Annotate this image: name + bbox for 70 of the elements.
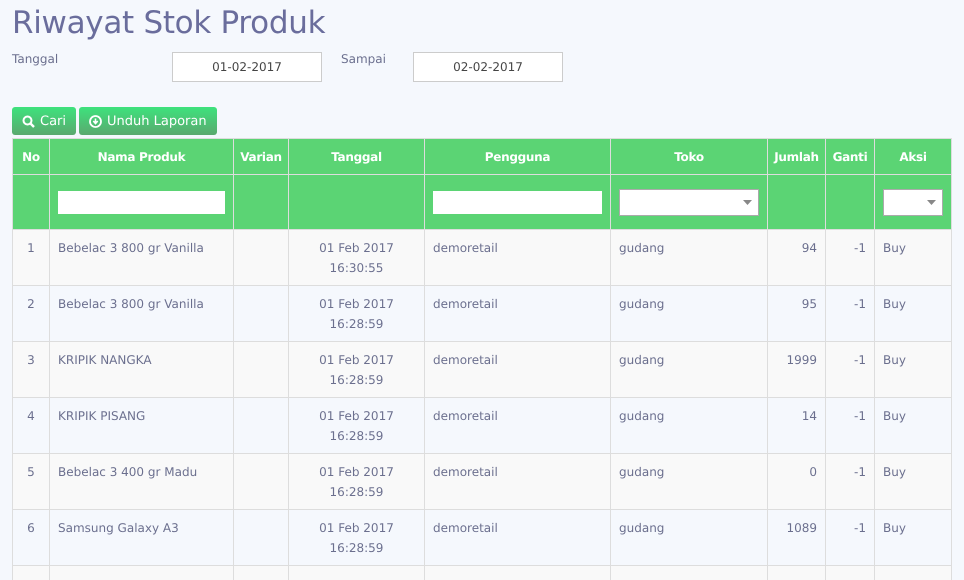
table-cell: -1 [826,510,874,566]
table-cell: 6 [12,510,50,566]
table-cell: 1999 [768,342,826,398]
caret-icon [927,200,936,204]
table-cell: Buy [874,286,952,342]
table-cell: -1 [826,286,874,342]
search-icon [22,114,35,128]
table-cell: 95 [768,286,826,342]
table-cell: KRIPIK NANGKA [50,342,234,398]
column-header: Nama Produk [50,138,234,174]
date-to-label: Sampai [341,52,387,66]
column-header: Aksi [874,138,952,174]
table-cell: 2 [12,286,50,342]
table-cell: -1 [826,342,874,398]
table-cell: Buy [874,510,952,566]
table-cell: gudang [610,286,768,342]
table-cell: -1 [826,454,874,510]
caret-icon [743,200,752,204]
column-header: Jumlah [768,138,826,174]
table-cell: Bebelac 3 800 gr Vanilla [50,286,234,342]
table-cell: demoretail [424,510,610,566]
table-cell: Samsung Galaxy A3 [50,510,234,566]
table-cell: 01 Feb 2017 16:28:59 [288,398,424,454]
table-cell: Buy [874,454,952,510]
table-cell: gudang [610,510,768,566]
table-cell: Buy [874,342,952,398]
date-from-field[interactable]: 01-02-2017 [172,52,322,82]
filter-input-field[interactable] [433,190,602,214]
table-cell: -1 [826,398,874,454]
column-header: Pengguna [424,138,610,174]
table-cell: gudang [610,398,768,454]
table-cell: Buy [874,398,952,454]
table-cell: demoretail [424,454,610,510]
table-cell: 1 [12,230,50,286]
table-cell: 5 [12,454,50,510]
table-cell: 01 Feb 2017 16:28:59 [288,510,424,566]
table-cell: 0 [768,454,826,510]
column-header: No [12,138,50,174]
table-cell: KRIPIK PISANG [50,398,234,454]
filter-dropdown[interactable] [619,188,759,216]
table-cell: demoretail [424,230,610,286]
table-cell: 01 Feb 2017 16:28:59 [288,454,424,510]
table-cell: 4 [12,398,50,454]
table-cell: 01 Feb 2017 16:28:59 [288,286,424,342]
table-cell: 1089 [768,510,826,566]
table-cell: demoretail [424,398,610,454]
table-cell: 14 [768,398,826,454]
page-title: Riwayat Stok Produk [12,4,326,43]
table-cell: 01 Feb 2017 16:30:55 [288,230,424,286]
table-cell: demoretail [424,286,610,342]
filter-dropdown[interactable] [883,188,943,216]
column-header: Varian [234,138,288,174]
table-cell: gudang [610,342,768,398]
table-cell: demoretail [424,342,610,398]
table-cell: Bebelac 3 800 gr Vanilla [50,230,234,286]
table-cell: 94 [768,230,826,286]
table-cell: 01 Feb 2017 16:28:59 [288,342,424,398]
table-cell: Bebelac 3 400 gr Madu [50,454,234,510]
table-cell: -1 [826,230,874,286]
table-cell: gudang [610,230,768,286]
download-circle-icon [89,114,102,128]
date-to-field[interactable]: 02-02-2017 [413,52,563,82]
table-cell: Buy [874,230,952,286]
date-from-label: Tanggal [12,52,60,66]
filter-input-field[interactable] [58,190,225,214]
column-header: Toko [610,138,768,174]
column-header: Ganti [826,138,874,174]
table-cell: 3 [12,342,50,398]
column-header: Tanggal [288,138,424,174]
table-cell: gudang [610,454,768,510]
